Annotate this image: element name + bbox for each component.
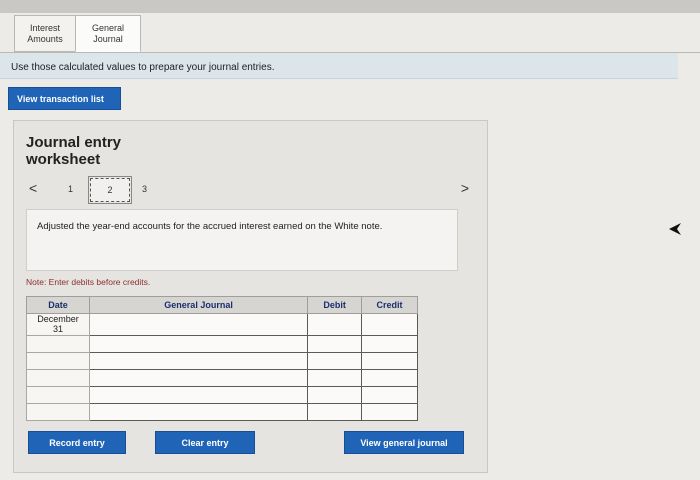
date-day: 31 [52, 324, 63, 334]
debit-input[interactable] [307, 352, 363, 370]
account-input[interactable] [88, 386, 309, 404]
tab-bar: Interest Amounts General Journal [14, 15, 141, 52]
header-general-journal: General Journal [88, 296, 309, 314]
tab-general-journal[interactable]: General Journal [75, 15, 141, 52]
table-row [26, 369, 418, 387]
tab-label-line1: General [91, 22, 125, 33]
table-header-row: Date General Journal Debit Credit [26, 296, 418, 314]
tab-label-line2: Journal [93, 33, 123, 44]
debit-input[interactable] [307, 313, 363, 336]
account-input[interactable] [88, 335, 309, 353]
page-2-current[interactable]: 2 [88, 176, 132, 204]
date-cell[interactable] [26, 403, 90, 421]
chevron-right-icon[interactable]: > [461, 180, 469, 196]
table-row [26, 352, 418, 370]
date-cell[interactable] [26, 369, 90, 387]
instruction-banner: Use those calculated values to prepare y… [0, 53, 678, 79]
journal-table: Date General Journal Debit Credit Decemb… [26, 296, 418, 421]
clear-entry-button[interactable]: Clear entry [155, 431, 255, 454]
table-row [26, 335, 418, 353]
credit-input[interactable] [361, 386, 418, 404]
view-general-journal-button[interactable]: View general journal [344, 431, 464, 454]
table-row: December 31 [26, 313, 418, 336]
record-entry-button[interactable]: Record entry [28, 431, 126, 454]
top-bar [0, 0, 700, 13]
worksheet-title-line1: Journal entry [26, 134, 122, 151]
worksheet-title: Journal entry worksheet [26, 134, 166, 168]
worksheet-title-line2: worksheet [26, 151, 101, 168]
mouse-cursor-icon [669, 223, 681, 235]
credit-input[interactable] [361, 369, 418, 387]
tab-label-line2: Amounts [27, 33, 63, 44]
credit-input[interactable] [361, 313, 418, 336]
credit-input[interactable] [361, 335, 418, 353]
credit-input[interactable] [361, 403, 418, 421]
account-input[interactable] [88, 369, 309, 387]
debit-input[interactable] [307, 403, 363, 421]
date-cell[interactable] [26, 335, 90, 353]
header-credit: Credit [361, 296, 418, 314]
account-input[interactable] [88, 352, 309, 370]
date-cell[interactable] [26, 352, 90, 370]
credit-input[interactable] [361, 352, 418, 370]
page-3[interactable]: 3 [142, 184, 147, 194]
date-month: December [37, 314, 79, 324]
date-cell: December 31 [26, 313, 90, 336]
journal-entry-worksheet: Journal entry worksheet < 1 2 3 > Adjust… [13, 120, 488, 473]
table-row [26, 403, 418, 421]
transaction-description: Adjusted the year-end accounts for the a… [26, 209, 458, 271]
view-transaction-list-button[interactable]: View transaction list [8, 87, 121, 110]
tab-label-line1: Interest [29, 22, 60, 33]
tab-interest-amounts[interactable]: Interest Amounts [14, 15, 76, 52]
debit-input[interactable] [307, 369, 363, 387]
account-input[interactable] [88, 313, 309, 336]
header-date: Date [26, 296, 90, 314]
header-debit: Debit [307, 296, 363, 314]
debit-credit-note: Note: Enter debits before credits. [26, 277, 151, 287]
worksheet-pager: < 1 2 3 > [29, 176, 469, 204]
date-cell[interactable] [26, 386, 90, 404]
page-1[interactable]: 1 [68, 184, 73, 194]
chevron-left-icon[interactable]: < [29, 180, 37, 196]
account-input[interactable] [88, 403, 309, 421]
table-row [26, 386, 418, 404]
debit-input[interactable] [307, 335, 363, 353]
debit-input[interactable] [307, 386, 363, 404]
